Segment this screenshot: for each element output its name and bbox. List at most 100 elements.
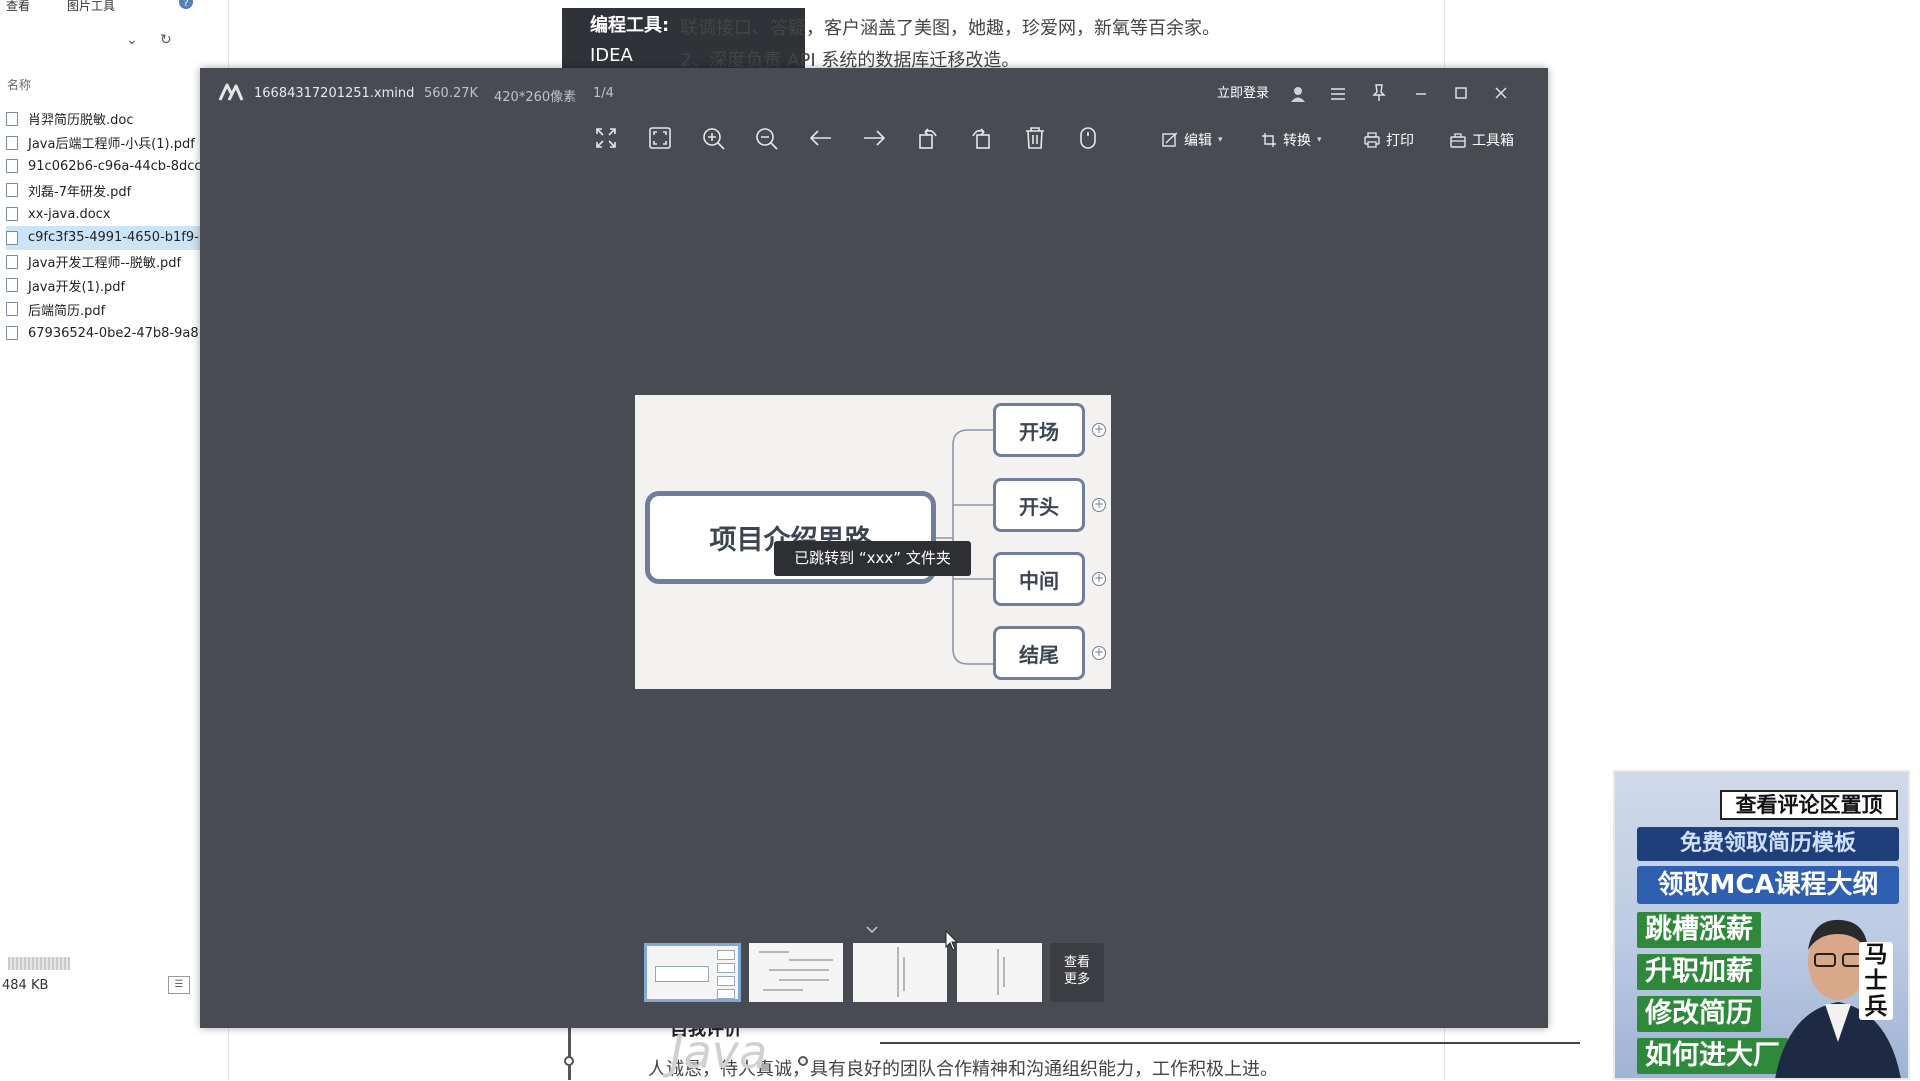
java-watermark: Java: [670, 1025, 768, 1079]
image-viewer-window: 16684317201251.xmind 560.27K 420*260像素 1…: [200, 68, 1548, 1028]
close-icon[interactable]: [1494, 85, 1508, 104]
pdf-file-icon: [6, 278, 18, 293]
title-bar[interactable]: 16684317201251.xmind 560.27K 420*260像素 1…: [200, 68, 1548, 120]
refresh-icon[interactable]: ↻: [160, 32, 172, 48]
status-size: 484 KB: [2, 978, 49, 993]
image-dimensions: 420*260像素: [494, 90, 577, 105]
delete-icon[interactable]: [1019, 120, 1051, 156]
timeline-dot: [798, 1056, 808, 1066]
promo-brand: 马士兵: [1859, 942, 1893, 1020]
expand-plus-icon[interactable]: +: [1092, 646, 1106, 660]
expand-plus-icon[interactable]: +: [1092, 572, 1106, 586]
page-indicator: 1/4: [593, 86, 614, 101]
pdf-file-icon: [6, 183, 18, 198]
mindmap-branch-node[interactable]: 开场: [993, 403, 1085, 457]
image-file-icon: [6, 230, 18, 245]
list-item[interactable]: 67936524-0be2-47b8-9a8: [6, 321, 200, 345]
fit-window-icon[interactable]: [644, 120, 676, 156]
timeline-line: [568, 1026, 571, 1080]
tool-label: 编程工具:: [590, 15, 670, 36]
zoom-in-icon[interactable]: [698, 120, 730, 156]
file-list: 肖羿简历脱敏.doc Java后端工程师-小兵(1).pdf 91c062b6-…: [6, 107, 200, 345]
pdf-file-icon: [6, 135, 18, 150]
promo-item: 跳槽涨薪: [1637, 912, 1761, 948]
convert-menu-button[interactable]: 转换 ▾: [1261, 130, 1322, 150]
thumbnail-page-1[interactable]: [644, 943, 741, 1002]
pin-icon[interactable]: [1372, 84, 1386, 106]
minimize-icon[interactable]: [1414, 85, 1428, 104]
toolbox-button[interactable]: 工具箱: [1450, 130, 1514, 150]
expand-plus-icon[interactable]: +: [1092, 498, 1106, 512]
list-item[interactable]: Java开发工程师--脱敏.pdf: [6, 250, 200, 274]
chevron-down-icon: ▾: [1218, 135, 1223, 145]
next-arrow-icon[interactable]: [858, 120, 890, 156]
edit-menu-button[interactable]: 编辑 ▾: [1162, 130, 1223, 150]
file-explorer-pane: 查看 图片工具 ? ⌄ ↻ 名称 肖羿简历脱敏.doc Java后端工程师-小兵…: [0, 0, 201, 1005]
tool-value: IDEA: [590, 45, 633, 66]
svg-text:?: ?: [183, 0, 188, 9]
toast-notification: 已跳转到 “xxx” 文件夹: [774, 541, 971, 576]
mindmap-branch-node[interactable]: 开头: [993, 478, 1085, 532]
help-icon[interactable]: ?: [178, 0, 194, 13]
column-header-name[interactable]: 名称: [7, 76, 31, 93]
promo-item: 升职加薪: [1637, 954, 1761, 990]
thumbnail-strip: 查看 更多: [200, 943, 1548, 1003]
promo-item: 修改简历: [1637, 996, 1761, 1032]
section-rule: [880, 1042, 1580, 1044]
user-avatar-icon[interactable]: [1289, 85, 1307, 107]
list-item[interactable]: xx-java.docx: [6, 202, 200, 226]
edit-image-icon: [1162, 132, 1178, 147]
viewer-toolbar: 编辑 ▾ 转换 ▾ 打印 工具箱: [200, 120, 1548, 160]
toolbox-icon: [1450, 133, 1466, 148]
view-more-button[interactable]: 查看 更多: [1050, 943, 1104, 1002]
thumbnail-page-3[interactable]: [853, 943, 947, 1002]
list-item-selected[interactable]: c9fc3f35-4991-4650-b1f9-: [6, 225, 200, 250]
list-item[interactable]: 91c062b6-c96a-44cb-8dcc: [6, 155, 200, 179]
list-item[interactable]: Java后端工程师-小兵(1).pdf: [6, 131, 200, 155]
thumbnail-page-2[interactable]: [749, 943, 843, 1002]
timeline-dot: [564, 1056, 574, 1066]
mouse-cursor-icon: [945, 929, 959, 956]
thumbnail-page-4[interactable]: [957, 943, 1042, 1002]
printer-icon: [1364, 132, 1380, 148]
crop-icon: [1262, 133, 1276, 147]
rotate-left-icon[interactable]: [912, 120, 944, 156]
chevron-down-icon: ▾: [1317, 135, 1322, 145]
details-view-icon[interactable]: ☰: [168, 976, 190, 994]
promo-headline: 查看评论区置顶: [1720, 790, 1898, 820]
menu-icon[interactable]: [1330, 86, 1346, 105]
horizontal-scrollbar[interactable]: [8, 957, 70, 970]
mindmap-branch-node[interactable]: 中间: [993, 552, 1085, 606]
file-size: 560.27K: [424, 86, 479, 101]
ribbon-tab-picture-tools[interactable]: 图片工具: [67, 0, 115, 14]
promo-banner[interactable]: 查看评论区置顶 免费领取简历模板 领取MCA课程大纲 跳槽涨薪 升职加薪 修改简…: [1613, 770, 1910, 1080]
fullscreen-icon[interactable]: [590, 120, 622, 156]
list-item[interactable]: 肖羿简历脱敏.doc: [6, 107, 200, 131]
zoom-out-icon[interactable]: [751, 120, 783, 156]
doc-line-1: 联调接口、答疑，客户涵盖了美图，她趣，珍爱网，新氧等百余家。: [680, 18, 1220, 39]
maximize-icon[interactable]: [1454, 85, 1468, 104]
explorer-ribbon: 查看 图片工具 ?: [0, 0, 200, 14]
pdf-file-icon: [6, 254, 18, 269]
list-item[interactable]: 后端简历.pdf: [6, 297, 200, 321]
document-file-icon: [6, 207, 18, 222]
image-file-icon: [6, 159, 18, 174]
ribbon-tab-view[interactable]: 查看: [6, 0, 30, 14]
list-item[interactable]: 刘磊-7年研发.pdf: [6, 178, 200, 202]
mindmap-branch-node[interactable]: 结尾: [993, 626, 1085, 680]
rotate-right-icon[interactable]: [965, 120, 997, 156]
previous-arrow-icon[interactable]: [805, 120, 837, 156]
app-logo-icon: [218, 82, 244, 106]
print-button[interactable]: 打印: [1364, 130, 1414, 150]
mouse-wheel-icon[interactable]: [1072, 120, 1104, 156]
image-file-icon: [6, 326, 18, 341]
promo-offer: 免费领取简历模板: [1637, 827, 1899, 861]
collapse-thumbnails-icon[interactable]: [865, 920, 879, 939]
expand-plus-icon[interactable]: +: [1092, 423, 1106, 437]
file-name: 16684317201251.xmind: [254, 86, 415, 101]
list-item[interactable]: Java开发(1).pdf: [6, 274, 200, 298]
chevron-down-icon[interactable]: ⌄: [126, 32, 138, 48]
login-button[interactable]: 立即登录: [1213, 83, 1273, 105]
document-file-icon: [6, 111, 18, 126]
pdf-file-icon: [6, 302, 18, 317]
